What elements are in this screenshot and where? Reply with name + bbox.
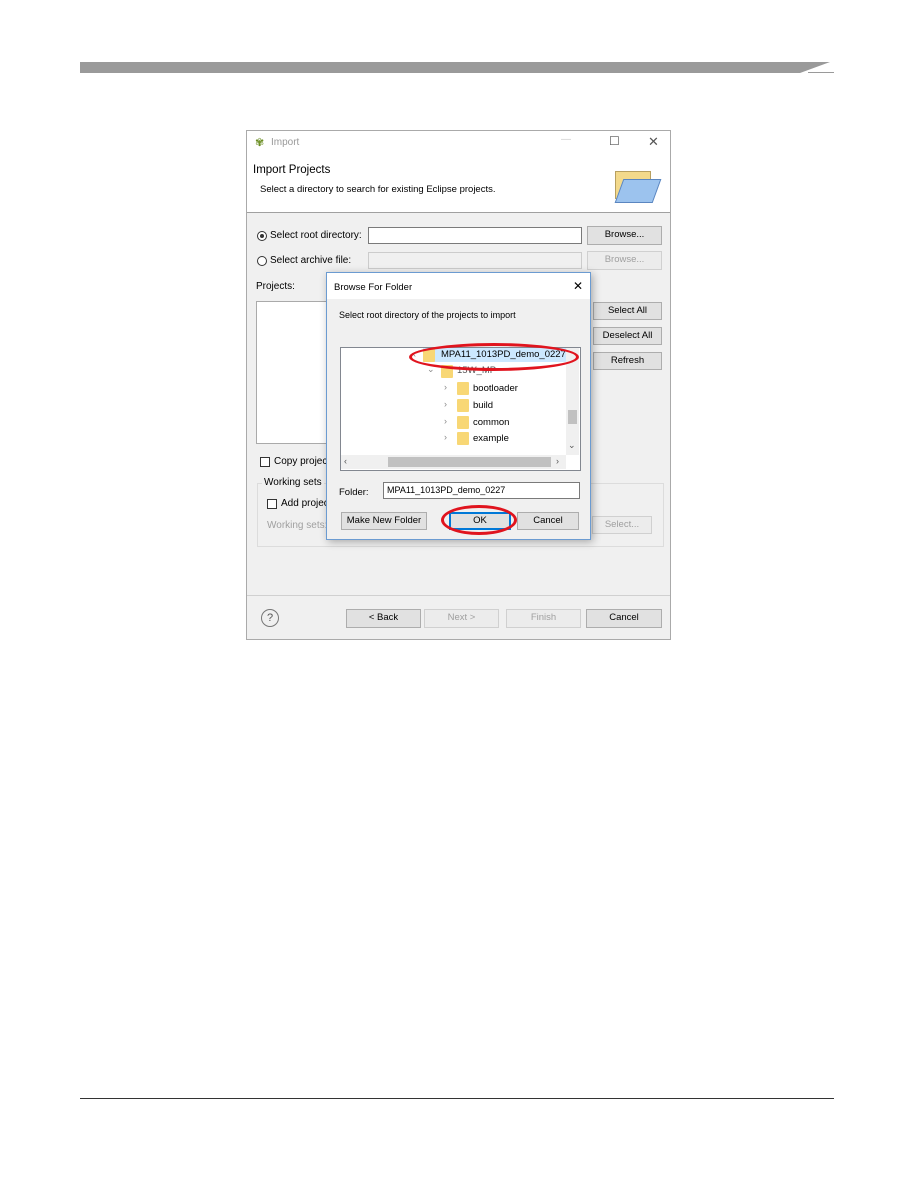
back-button[interactable]: < Back [346, 609, 421, 628]
highlight-ellipse-ok [441, 505, 517, 535]
scroll-thumb[interactable] [568, 410, 577, 424]
browse-title: Browse For Folder [334, 282, 413, 293]
help-icon[interactable]: ? [261, 609, 279, 627]
footer-separator [247, 595, 670, 596]
page-title: Import Projects [253, 164, 331, 176]
archive-file-label: Select archive file: [270, 255, 352, 266]
make-new-folder-button[interactable]: Make New Folder [341, 512, 427, 530]
select-working-sets-button: Select... [592, 516, 652, 534]
root-directory-input[interactable] [368, 227, 582, 244]
browse-for-folder-dialog: Browse For Folder ✕ Select root director… [326, 272, 591, 540]
copy-projects-checkbox[interactable] [260, 457, 270, 467]
wizard-header: Import Projects Select a directory to se… [247, 155, 670, 213]
browse-archive-button: Browse... [587, 251, 662, 270]
highlight-ellipse-folder [409, 343, 579, 371]
horizontal-scrollbar[interactable]: ‹ › [341, 455, 566, 469]
folder-label: Folder: [339, 487, 369, 498]
archive-file-input [368, 252, 582, 269]
copy-projects-label: Copy projec [274, 456, 328, 467]
window-title: Import [271, 137, 300, 148]
cancel-button[interactable]: Cancel [586, 609, 662, 628]
eclipse-icon: ✾ [255, 137, 265, 149]
folder-input[interactable]: MPA11_1013PD_demo_0227 [383, 482, 580, 499]
vertical-scrollbar[interactable]: ⌄ [566, 348, 579, 455]
header-rule [808, 72, 834, 73]
browse-title-bar: Browse For Folder ✕ [327, 273, 590, 299]
select-all-button[interactable]: Select All [593, 302, 662, 320]
next-button: Next > [424, 609, 499, 628]
finish-button: Finish [506, 609, 581, 628]
minimize-button[interactable]: — [561, 134, 571, 145]
browse-root-button[interactable]: Browse... [587, 226, 662, 245]
browse-prompt: Select root directory of the projects to… [339, 310, 516, 320]
working-sets-label: Working sets: [267, 520, 328, 531]
scroll-thumb[interactable] [388, 457, 551, 467]
deselect-all-button[interactable]: Deselect All [593, 327, 662, 345]
root-directory-radio[interactable] [257, 231, 267, 241]
footer-rule [80, 1098, 834, 1099]
document-page: ✾ Import — ☐ ✕ Import Projects Select a … [0, 0, 918, 1188]
add-project-label: Add projec [281, 498, 329, 509]
cancel-button[interactable]: Cancel [517, 512, 579, 530]
root-directory-label: Select root directory: [270, 230, 362, 241]
maximize-button[interactable]: ☐ [609, 134, 620, 148]
refresh-button[interactable]: Refresh [593, 352, 662, 370]
add-project-checkbox[interactable] [267, 499, 277, 509]
projects-label: Projects: [256, 281, 295, 292]
page-description: Select a directory to search for existin… [260, 184, 496, 195]
archive-file-radio[interactable] [257, 256, 267, 266]
header-bar [80, 62, 830, 73]
close-button[interactable]: ✕ [648, 134, 659, 150]
working-sets-title: Working sets [262, 477, 324, 488]
folder-open-icon [613, 167, 662, 203]
close-button[interactable]: ✕ [573, 279, 583, 293]
title-bar: ✾ Import — ☐ ✕ [247, 131, 670, 155]
